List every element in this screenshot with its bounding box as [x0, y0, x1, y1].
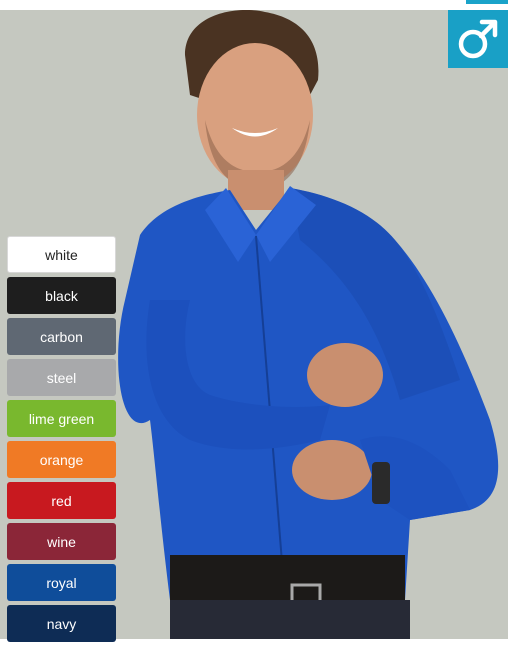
- swatch-wine[interactable]: wine: [7, 523, 116, 560]
- swatch-carbon[interactable]: carbon: [7, 318, 116, 355]
- swatch-lime-green[interactable]: lime green: [7, 400, 116, 437]
- male-badge: [448, 10, 508, 68]
- swatch-black[interactable]: black: [7, 277, 116, 314]
- swatch-navy[interactable]: navy: [7, 605, 116, 642]
- male-symbol-icon: [458, 19, 498, 59]
- swatch-red[interactable]: red: [7, 482, 116, 519]
- top-strip: [0, 0, 508, 10]
- swatch-steel[interactable]: steel: [7, 359, 116, 396]
- top-accent-bar: [466, 0, 508, 4]
- swatch-orange[interactable]: orange: [7, 441, 116, 478]
- swatch-royal[interactable]: royal: [7, 564, 116, 601]
- color-swatch-list: white black carbon steel lime green oran…: [7, 236, 116, 646]
- swatch-white[interactable]: white: [7, 236, 116, 273]
